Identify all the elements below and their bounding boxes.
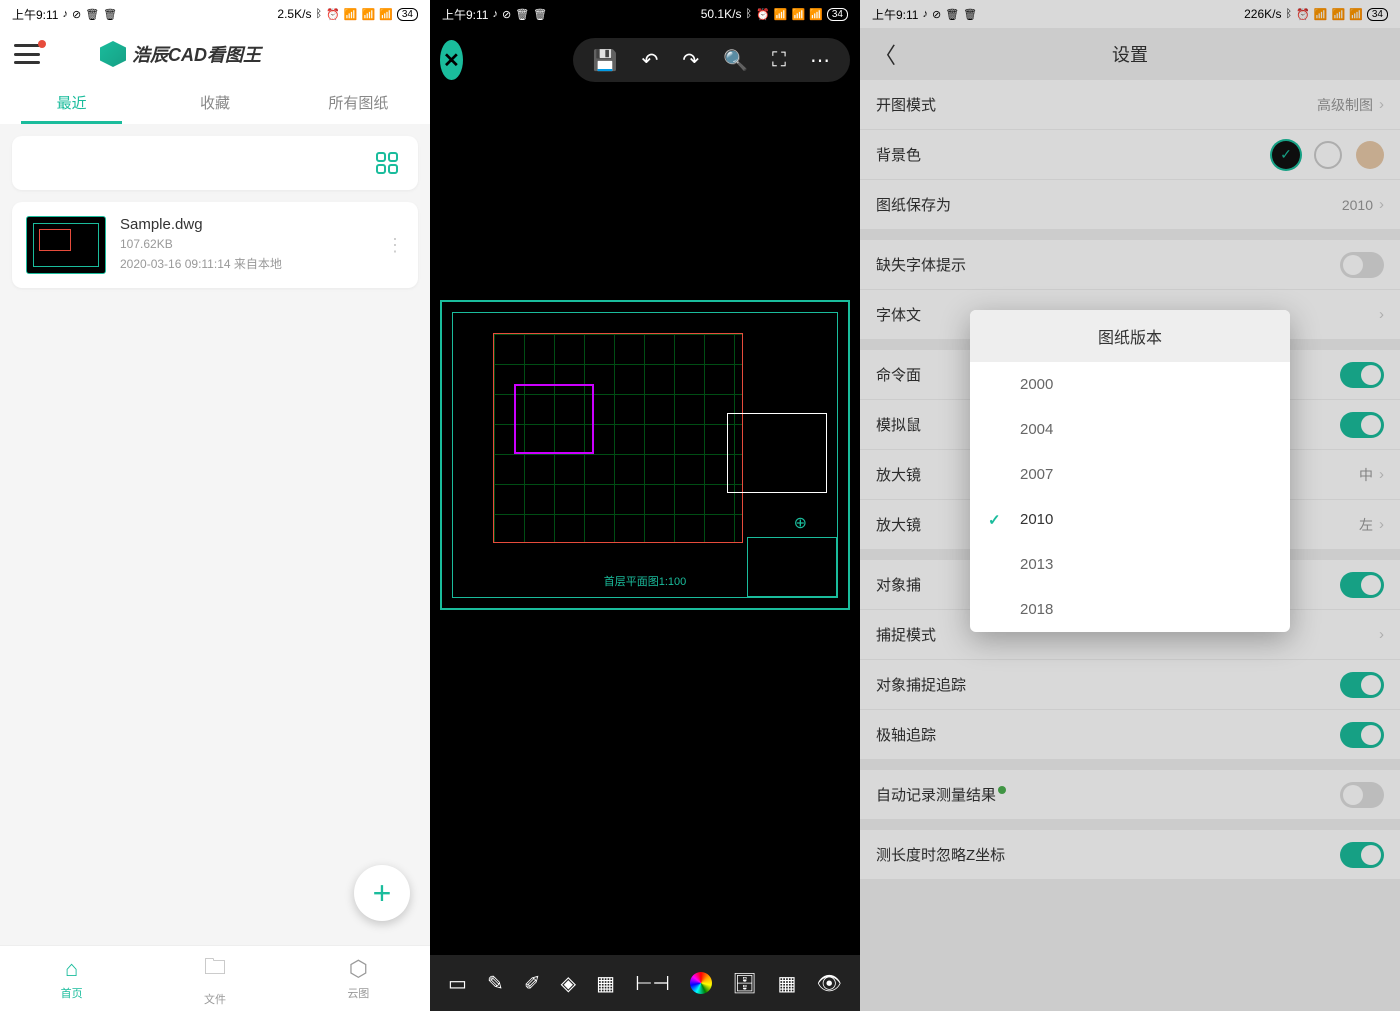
screen-cad-viewer: 上午9:11 ♪ ⊘ 🗑 🗑 50.1K/s ᛒ ⏰ 📶 📶 📶 34 ✕ 💾 … xyxy=(430,0,860,1011)
check-icon: ✓ xyxy=(988,511,1001,529)
compass-icon: ⊕ xyxy=(794,513,807,533)
clock: 上午9:11 xyxy=(442,6,488,23)
alarm-icon: ⏰ xyxy=(756,8,770,21)
statusbar: 上午9:11 ♪ ⊘ 🗑 🗑 2.5K/s ᛒ ⏰ 📶 📶 📶 34 xyxy=(0,0,430,28)
drawing-frame: ⊕ 首层平面图1:100 xyxy=(452,312,838,598)
signal-icon: 📶 xyxy=(361,8,375,21)
tiktok-icon: ♪ xyxy=(62,8,68,20)
app-title: 浩辰CAD看图王 xyxy=(132,41,261,67)
file-thumbnail xyxy=(26,216,106,274)
file-tabs: 最近 收藏 所有图纸 xyxy=(0,80,430,124)
file-meta: 2020-03-16 09:11:14 来自本地 xyxy=(120,255,372,272)
ruler-icon[interactable]: ⊢⊣ xyxy=(635,971,670,996)
title-block xyxy=(747,537,837,597)
layers-icon[interactable]: ◈ xyxy=(561,971,576,996)
battery-indicator: 34 xyxy=(397,8,418,21)
tiktok-icon: ♪ xyxy=(492,8,498,20)
clock: 上午9:11 xyxy=(12,6,58,23)
view-icon[interactable]: 👁 xyxy=(816,971,841,996)
trash-icon: 🗑 xyxy=(103,8,117,21)
option-2000[interactable]: 2000 xyxy=(970,362,1290,407)
top-toolbar: ✕ 💾 ↶ ↷ 🔍 ⛶ ⋯ xyxy=(430,28,860,92)
signal-icon: 📶 xyxy=(774,8,788,21)
trash-icon: 🗑 xyxy=(533,8,547,21)
tab-all-drawings[interactable]: 所有图纸 xyxy=(287,80,430,124)
room-outline xyxy=(514,384,594,454)
menu-button[interactable] xyxy=(14,44,40,64)
nav-files[interactable]: 🗀 文件 xyxy=(143,946,286,1011)
signal-icon: 📶 xyxy=(344,8,358,21)
undo-icon[interactable]: ↶ xyxy=(642,48,659,73)
signal-icon: 📶 xyxy=(791,8,805,21)
option-2007[interactable]: 2007 xyxy=(970,452,1290,497)
version-dialog: 图纸版本 2000 2004 2007 ✓2010 2013 2018 xyxy=(970,310,1290,632)
folder-icon: 🗀 xyxy=(204,950,226,988)
file-more-button[interactable]: ⋮ xyxy=(386,235,404,256)
net-speed: 50.1K/s xyxy=(701,7,742,21)
file-size: 107.62KB xyxy=(120,237,372,251)
color-wheel-icon[interactable] xyxy=(690,972,712,994)
option-2013[interactable]: 2013 xyxy=(970,542,1290,587)
block-icon: ⊘ xyxy=(502,8,511,21)
battery-indicator: 34 xyxy=(827,8,848,21)
block-icon: ⊘ xyxy=(72,8,81,21)
grid-icon[interactable]: ▦ xyxy=(778,971,797,996)
app-logo-icon xyxy=(100,41,126,67)
pencil-icon[interactable]: ✎ xyxy=(487,971,504,996)
floor-plan xyxy=(493,333,743,543)
app-header: 浩辰CAD看图王 xyxy=(0,28,430,80)
screen-file-browser: 上午9:11 ♪ ⊘ 🗑 🗑 2.5K/s ᛒ ⏰ 📶 📶 📶 34 浩辰CAD… xyxy=(0,0,430,1011)
option-2004[interactable]: 2004 xyxy=(970,407,1290,452)
trash-icon: 🗑 xyxy=(515,8,529,21)
file-info: Sample.dwg 107.62KB 2020-03-16 09:11:14 … xyxy=(120,216,372,274)
redo-icon[interactable]: ↷ xyxy=(682,48,699,73)
home-icon: ⌂ xyxy=(65,956,78,982)
save-icon[interactable]: 💾 xyxy=(593,48,618,73)
file-item[interactable]: Sample.dwg 107.62KB 2020-03-16 09:11:14 … xyxy=(12,202,418,288)
option-2010[interactable]: ✓2010 xyxy=(970,497,1290,542)
tab-recent[interactable]: 最近 xyxy=(0,80,143,124)
measure-icon[interactable]: ▦ xyxy=(596,971,615,996)
zoom-icon[interactable]: 🔍 xyxy=(723,48,748,73)
drawing-caption: 首层平面图1:100 xyxy=(604,573,687,589)
wifi-icon: 📶 xyxy=(379,8,393,21)
option-2018[interactable]: 2018 xyxy=(970,587,1290,632)
action-toolbar: 💾 ↶ ↷ 🔍 ⛶ ⋯ xyxy=(573,38,850,82)
search-bar[interactable] xyxy=(12,136,418,190)
add-fab[interactable]: + xyxy=(354,865,410,921)
view-grid-icon[interactable] xyxy=(376,152,398,174)
cad-canvas[interactable]: ⊕ 首层平面图1:100 xyxy=(440,300,850,610)
drawing-table xyxy=(727,413,827,493)
statusbar: 上午9:11 ♪ ⊘ 🗑 🗑 50.1K/s ᛒ ⏰ 📶 📶 📶 34 xyxy=(430,0,860,28)
close-button[interactable]: ✕ xyxy=(440,40,463,80)
wifi-icon: 📶 xyxy=(809,8,823,21)
nav-home[interactable]: ⌂ 首页 xyxy=(0,946,143,1011)
screen-settings: 上午9:11 ♪ ⊘ 🗑 🗑 226K/s ᛒ ⏰ 📶 📶 📶 34 〈 设置 … xyxy=(860,0,1400,1011)
bluetooth-icon: ᛒ xyxy=(315,8,322,20)
comment-icon[interactable]: ▭ xyxy=(448,971,467,996)
fullscreen-icon[interactable]: ⛶ xyxy=(772,49,786,72)
cloud-icon: ⬡ xyxy=(349,956,368,982)
nav-cloud[interactable]: ⬡ 云图 xyxy=(287,946,430,1011)
bottom-toolbar: ▭ ✎ ✐ ◈ ▦ ⊢⊣ 🗄 ▦ 👁 xyxy=(430,955,860,1011)
bluetooth-icon: ᛒ xyxy=(745,8,752,20)
alarm-icon: ⏰ xyxy=(326,8,340,21)
trash-icon: 🗑 xyxy=(85,8,99,21)
bottom-nav: ⌂ 首页 🗀 文件 ⬡ 云图 xyxy=(0,945,430,1011)
file-name: Sample.dwg xyxy=(120,216,372,233)
more-icon[interactable]: ⋯ xyxy=(810,48,830,73)
tab-favorites[interactable]: 收藏 xyxy=(143,80,286,124)
dialog-title: 图纸版本 xyxy=(970,310,1290,362)
toolbox-icon[interactable]: 🗄 xyxy=(732,971,757,996)
edit-icon[interactable]: ✐ xyxy=(524,971,541,996)
net-speed: 2.5K/s xyxy=(277,7,311,21)
